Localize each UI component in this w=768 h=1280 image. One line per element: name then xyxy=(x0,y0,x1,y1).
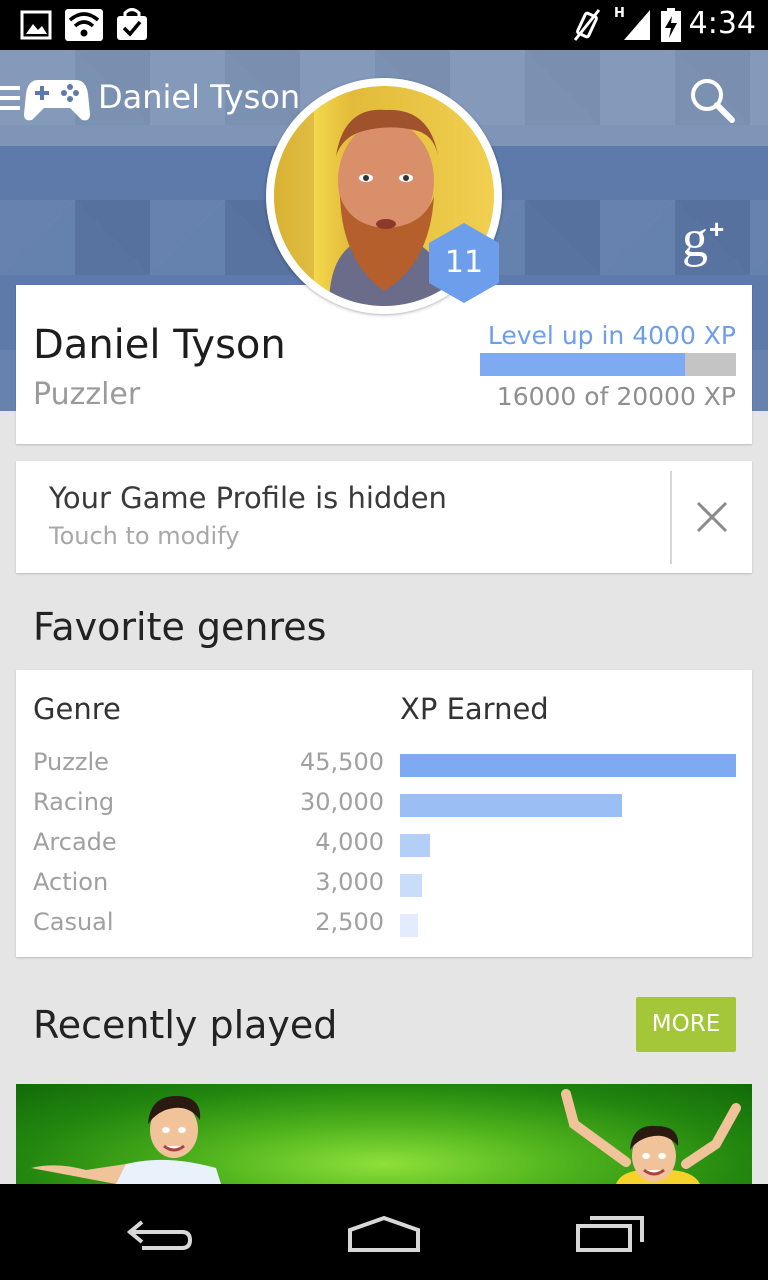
hidden-notice-subtitle: Touch to modify xyxy=(49,522,240,550)
genre-xp-bar xyxy=(400,754,736,777)
level-up-text: Level up in 4000 XP xyxy=(487,321,736,350)
genre-name: Action xyxy=(33,868,109,896)
recent-apps-icon[interactable] xyxy=(574,1214,646,1254)
genre-xp-bar xyxy=(400,914,418,937)
gallery-notification-icon xyxy=(20,10,52,40)
genre-column-header: Genre xyxy=(33,692,121,726)
genre-xp-value: 45,500 xyxy=(300,748,384,776)
level-badge-number: 11 xyxy=(444,245,484,280)
home-icon[interactable] xyxy=(346,1214,422,1254)
xp-column-header: XP Earned xyxy=(400,692,549,726)
profile-title: Puzzler xyxy=(33,377,141,412)
xp-progress-fill xyxy=(480,353,685,376)
favorite-genres-card: Genre XP Earned Puzzle 45,500 Racing 30,000… xyxy=(16,670,752,957)
google-plus-icon[interactable]: g+ xyxy=(682,214,724,266)
battery-charging-icon xyxy=(661,8,681,42)
cartoon-player-left xyxy=(31,1096,221,1184)
genre-name: Puzzle xyxy=(33,748,109,776)
more-button[interactable]: MORE xyxy=(636,997,736,1052)
genre-name: Casual xyxy=(33,908,114,936)
navigation-bar xyxy=(0,1184,768,1280)
wifi-icon xyxy=(65,9,103,41)
genre-xp-value: 30,000 xyxy=(300,788,384,816)
back-icon[interactable] xyxy=(126,1214,194,1254)
genre-row: Action 3,000 xyxy=(16,868,752,902)
cartoon-player-right xyxy=(561,1089,741,1184)
shopping-bag-check-icon xyxy=(117,8,147,40)
recent-game-banner[interactable] xyxy=(16,1084,752,1184)
play-games-controller-icon[interactable] xyxy=(24,74,90,124)
search-icon[interactable] xyxy=(688,76,736,124)
recently-played-heading: Recently played xyxy=(33,1003,338,1047)
action-bar-title: Daniel Tyson xyxy=(98,78,301,116)
genre-row: Puzzle 45,500 xyxy=(16,748,752,782)
genre-xp-bar xyxy=(400,834,430,857)
genre-name: Arcade xyxy=(33,828,117,856)
hidden-profile-notice[interactable]: Your Game Profile is hidden Touch to mod… xyxy=(16,461,752,573)
genre-row: Racing 30,000 xyxy=(16,788,752,822)
profile-name: Daniel Tyson xyxy=(33,322,286,368)
genre-xp-value: 3,000 xyxy=(315,868,384,896)
genre-row: Casual 2,500 xyxy=(16,908,752,942)
genre-xp-value: 4,000 xyxy=(315,828,384,856)
genre-row: Arcade 4,000 xyxy=(16,828,752,862)
genre-xp-bar xyxy=(400,794,622,817)
favorite-genres-heading: Favorite genres xyxy=(33,605,327,649)
xp-progress-bar xyxy=(480,353,736,376)
genre-name: Racing xyxy=(33,788,115,816)
xp-progress-text: 16000 of 20000 XP xyxy=(496,382,736,411)
clock: 4:34 xyxy=(688,6,756,41)
genre-xp-value: 2,500 xyxy=(315,908,384,936)
close-icon[interactable] xyxy=(692,497,732,537)
divider xyxy=(670,471,672,564)
genre-xp-bar xyxy=(400,874,422,897)
hidden-notice-title: Your Game Profile is hidden xyxy=(49,481,447,515)
cell-signal-icon xyxy=(624,10,650,40)
vibrate-off-icon xyxy=(573,9,601,41)
status-bar: H 4:34 xyxy=(0,0,768,50)
drawer-menu-icon[interactable] xyxy=(0,86,22,110)
